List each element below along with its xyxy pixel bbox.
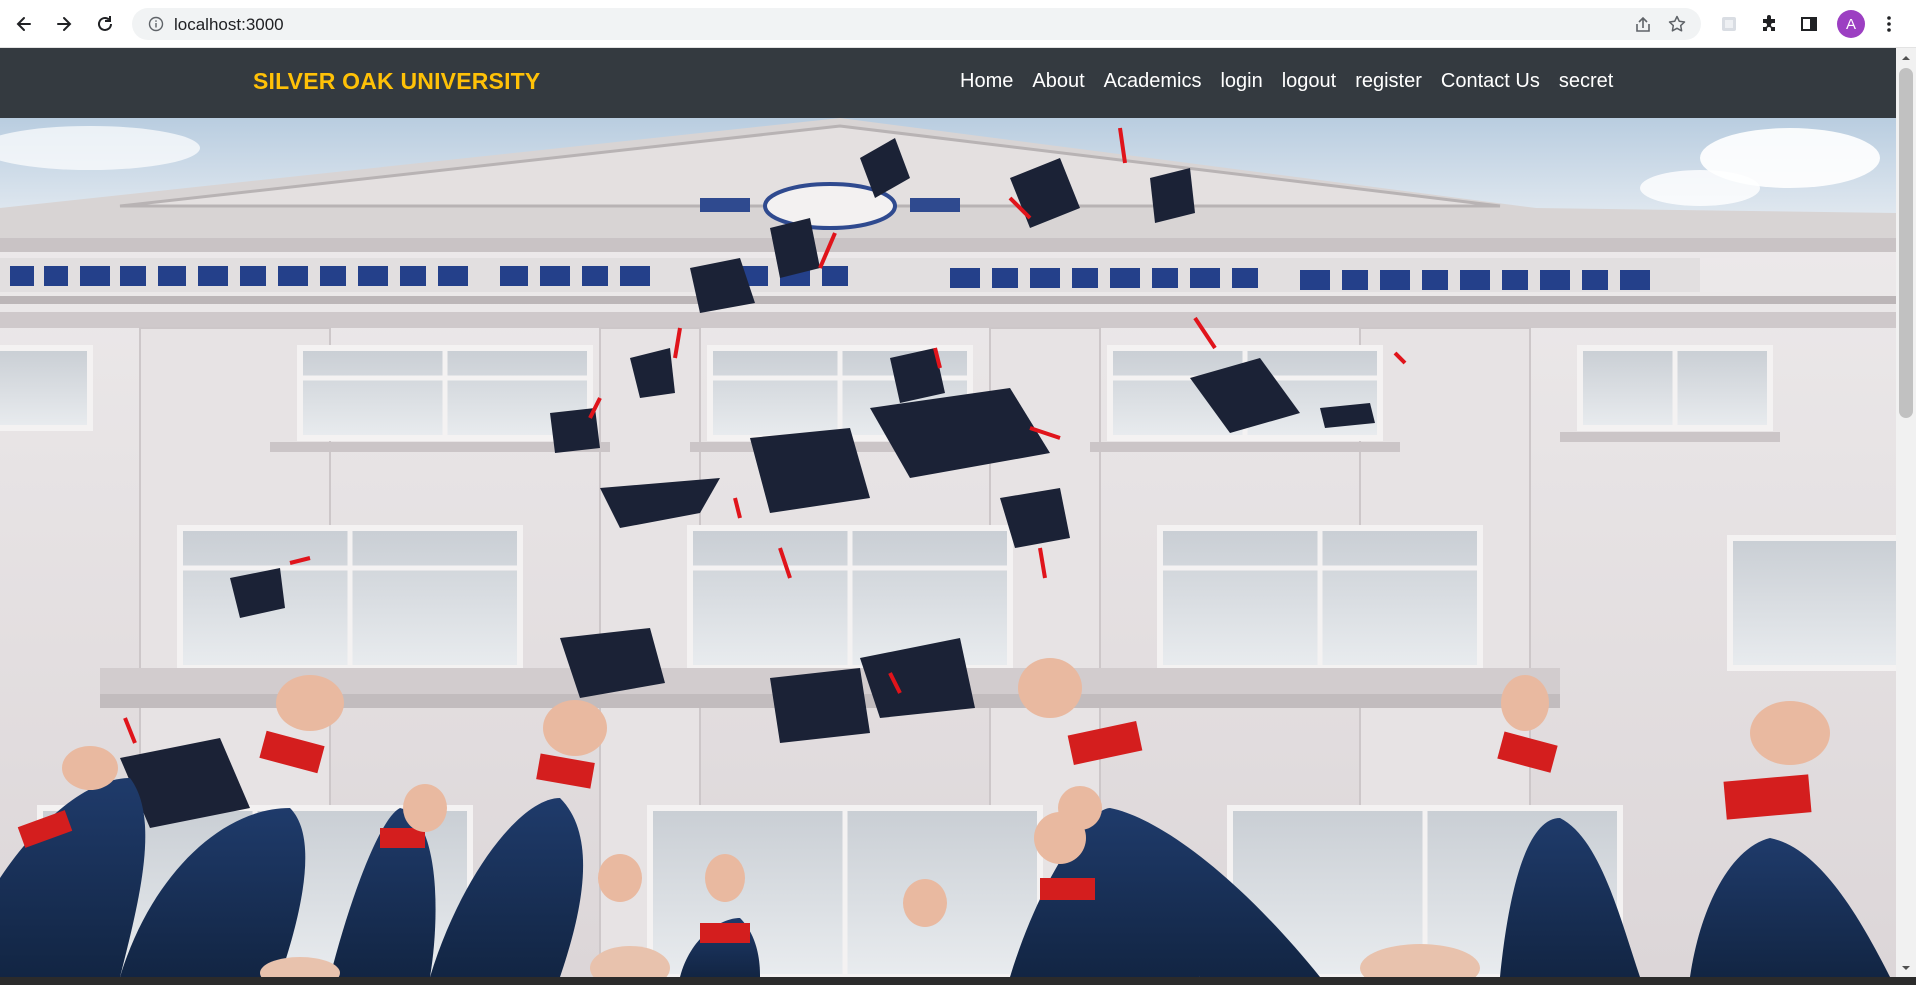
back-button[interactable] <box>12 12 36 36</box>
share-icon[interactable] <box>1633 15 1653 35</box>
site-navbar: SILVER OAK UNIVERSITY Home About Academi… <box>0 48 1896 118</box>
info-icon[interactable] <box>148 16 164 32</box>
back-icon <box>16 17 31 31</box>
reload-button[interactable] <box>93 12 117 36</box>
scroll-thumb[interactable] <box>1899 68 1913 418</box>
reload-icon <box>98 16 112 31</box>
nav-home[interactable]: Home <box>960 70 1013 93</box>
scroll-up-icon[interactable] <box>1900 52 1912 64</box>
nav-links: Home About Academics login logout regist… <box>960 70 1632 93</box>
nav-logout[interactable]: logout <box>1282 70 1337 93</box>
nav-contact-us[interactable]: Contact Us <box>1441 70 1540 93</box>
forward-icon <box>57 17 72 31</box>
nav-academics[interactable]: Academics <box>1104 70 1202 93</box>
puzzle-icon <box>1763 15 1775 31</box>
forward-button[interactable] <box>52 12 76 36</box>
extensions-button[interactable] <box>1757 12 1781 36</box>
brand-logo[interactable]: SILVER OAK UNIVERSITY <box>253 68 540 95</box>
window-bottom-edge <box>0 977 1916 985</box>
address-bar[interactable]: localhost:3000 <box>132 8 1701 40</box>
browser-menu-button[interactable] <box>1877 12 1901 36</box>
hero-image <box>0 118 1896 977</box>
menu-icon <box>1887 16 1891 32</box>
scroll-down-icon[interactable] <box>1900 962 1912 974</box>
side-panel-button[interactable] <box>1797 12 1821 36</box>
nav-about[interactable]: About <box>1032 70 1084 93</box>
page-viewport: SILVER OAK UNIVERSITY Home About Academi… <box>0 48 1896 977</box>
star-icon[interactable] <box>1667 14 1687 34</box>
url-text[interactable]: localhost:3000 <box>174 15 284 35</box>
nav-register[interactable]: register <box>1355 70 1422 93</box>
side-panel-icon <box>1801 17 1817 31</box>
extension-icon <box>1722 17 1736 31</box>
profile-avatar[interactable]: A <box>1837 10 1865 38</box>
nav-login[interactable]: login <box>1220 70 1262 93</box>
browser-toolbar: localhost:3000 A <box>0 0 1916 48</box>
nav-secret[interactable]: secret <box>1559 70 1613 93</box>
extension-button[interactable] <box>1717 12 1741 36</box>
